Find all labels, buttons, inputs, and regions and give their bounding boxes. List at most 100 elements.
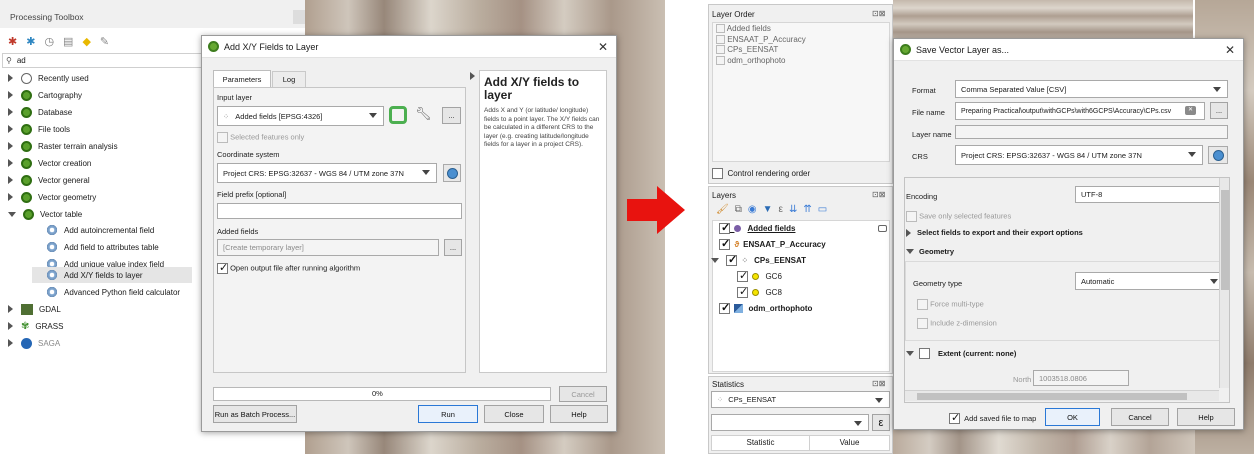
tree-group-vector-table[interactable]: Vector table (8, 206, 82, 222)
layername-input[interactable] (955, 125, 1228, 139)
provider-saga[interactable]: SAGA (8, 335, 60, 351)
iterate-icon[interactable] (389, 106, 407, 124)
clear-icon[interactable]: ✕ (1185, 106, 1196, 115)
add-saved-file-checkbox[interactable]: Add saved file to map (949, 411, 1036, 424)
list-item[interactable]: odm_orthophoto (716, 56, 806, 67)
encoding-input[interactable]: UTF-8 (1075, 186, 1220, 203)
clock-icon (21, 72, 32, 84)
scripts-icon[interactable]: ✱ (26, 35, 35, 48)
filename-input[interactable]: Preparing Practical\output\withGCPs\with… (955, 102, 1205, 120)
north-input[interactable]: 1003518.0806 (1033, 370, 1129, 386)
force-multi-checkbox[interactable]: Force multi-type (917, 299, 984, 310)
help-collapse-icon[interactable] (470, 72, 475, 80)
layer-row-added-fields[interactable]: Added fields (719, 221, 795, 234)
layer-row-cps[interactable]: ⁘CPs_EENSAT (711, 253, 806, 266)
qgis-icon (21, 89, 32, 101)
statistics-layer-select[interactable]: ⁘ CPs_EENSAT (711, 391, 890, 408)
tool-add-xy-fields[interactable]: Add X/Y fields to layer (46, 267, 143, 283)
layer-row-ensaat[interactable]: ϑENSAAT_P_Accuracy (719, 237, 826, 250)
tree-group-recently-used[interactable]: Recently used (8, 70, 89, 86)
layer-edit-indicator-icon[interactable] (878, 225, 887, 232)
tool-add-autoincremental-field[interactable]: Add autoincremental field (46, 222, 154, 238)
format-select[interactable]: Comma Separated Value [CSV] (955, 80, 1228, 98)
results-viewer-icon[interactable]: ▤ (63, 35, 73, 48)
batch-button[interactable]: Run as Batch Process... (213, 405, 297, 423)
added-fields-output-input[interactable]: [Create temporary layer] (217, 239, 439, 256)
help-button[interactable]: Help (550, 405, 608, 423)
options-icon[interactable]: ✎ (100, 35, 109, 48)
close-button[interactable]: Close (484, 405, 544, 423)
list-item[interactable]: CPs_EENSAT (716, 45, 806, 56)
provider-gdal[interactable]: GDAL (8, 301, 61, 317)
toolbox-close-button[interactable] (293, 10, 305, 24)
tool-advanced-python-calculator[interactable]: Advanced Python field calculator (46, 284, 180, 300)
statistics-field-select[interactable] (711, 414, 869, 431)
input-layer-ellipsis-button[interactable]: ... (442, 107, 461, 124)
layer-row-gc8[interactable]: GC8 (737, 285, 782, 298)
selected-features-only-checkbox[interactable]: Selected features only (217, 132, 304, 143)
expand-all-icon[interactable]: ⇊ (789, 204, 797, 215)
vertical-scrollbar[interactable] (1219, 178, 1229, 388)
tree-group-vector-creation[interactable]: Vector creation (8, 155, 91, 171)
tree-group-file-tools[interactable]: File tools (8, 121, 70, 137)
tree-group-raster-terrain[interactable]: Raster terrain analysis (8, 138, 118, 154)
history-icon[interactable]: ◷ (44, 35, 54, 48)
edit-features-icon[interactable]: ◆ (82, 35, 90, 48)
ok-button[interactable]: OK (1045, 408, 1100, 426)
list-item[interactable]: Added fields (716, 24, 806, 35)
field-prefix-input[interactable] (217, 203, 462, 219)
add-group-icon[interactable]: ⧉ (735, 204, 742, 215)
tool-add-field-to-attributes[interactable]: Add field to attributes table (46, 239, 159, 255)
visibility-icon[interactable]: ◉ (748, 204, 757, 215)
panel-float-close-icons[interactable]: ⊡⊠ (872, 9, 885, 18)
select-fields-section[interactable]: Select fields to export and their export… (906, 228, 1229, 237)
include-z-checkbox[interactable]: Include z-dimension (917, 318, 997, 329)
run-button[interactable]: Run (418, 405, 478, 423)
geometry-section[interactable]: Geometry (906, 247, 1229, 256)
filename-browse-button[interactable]: ... (1210, 102, 1228, 119)
remove-layer-icon[interactable]: ▭ (818, 204, 827, 215)
style-icon[interactable]: 🖌︎ (716, 204, 729, 215)
save-selected-only-checkbox[interactable]: Save only selected features (906, 211, 1011, 222)
tree-group-vector-general[interactable]: Vector general (8, 172, 90, 188)
extent-section[interactable]: Extent (current: none) (906, 348, 1229, 359)
cancel-button[interactable]: Cancel (559, 386, 607, 402)
close-icon[interactable]: ✕ (598, 40, 608, 54)
panel-float-close-icons[interactable]: ⊡⊠ (872, 190, 885, 199)
tree-group-vector-geometry[interactable]: Vector geometry (8, 189, 96, 205)
cancel-button[interactable]: Cancel (1111, 408, 1169, 426)
tab-parameters[interactable]: Parameters (213, 70, 271, 87)
crs-select[interactable]: Project CRS: EPSG:32637 - WGS 84 / UTM z… (217, 163, 437, 183)
open-output-checkbox[interactable]: Open output file after running algorithm (217, 261, 360, 274)
panel-float-close-icons[interactable]: ⊡⊠ (872, 379, 885, 388)
provider-grass[interactable]: ✾ GRASS (8, 318, 63, 334)
models-icon[interactable]: ✱ (8, 35, 17, 48)
col-statistic[interactable]: Statistic (712, 436, 810, 450)
col-value[interactable]: Value (810, 436, 889, 450)
tree-group-database[interactable]: Database (8, 104, 72, 120)
filter-icon[interactable]: ▼ (763, 204, 773, 215)
options-scroll-area: Encoding UTF-8 Save only selected featur… (904, 177, 1230, 403)
help-button[interactable]: Help (1177, 408, 1235, 426)
input-layer-select[interactable]: ⁘ Added fields [EPSG:4326] (217, 106, 384, 126)
tab-log[interactable]: Log (272, 71, 306, 87)
added-fields-ellipsis-button[interactable]: ... (444, 239, 462, 256)
geometry-type-select[interactable]: Automatic (1075, 272, 1225, 290)
close-icon[interactable]: ✕ (1225, 43, 1235, 57)
control-rendering-order-checkbox[interactable]: Control rendering order (712, 168, 810, 179)
list-item[interactable]: ENSAAT_P_Accuracy (716, 35, 806, 46)
horizontal-scrollbar[interactable] (905, 390, 1219, 401)
collapse-all-icon[interactable]: ⇈ (803, 204, 811, 215)
layer-row-orthophoto[interactable]: odm_orthophoto (719, 301, 812, 314)
wrench-icon[interactable]: 🔧︎ (415, 106, 432, 122)
point-layer-icon: ⁘ (717, 395, 724, 404)
expression-icon[interactable]: ε (872, 414, 890, 431)
globe-icon[interactable] (443, 164, 461, 182)
qgis-icon (21, 106, 32, 118)
crs-select[interactable]: Project CRS: EPSG:32637 - WGS 84 / UTM z… (955, 145, 1203, 165)
filter-expression-icon[interactable]: ε (778, 204, 782, 215)
layer-row-gc6[interactable]: GC6 (737, 269, 782, 282)
globe-icon[interactable] (1208, 146, 1228, 164)
tree-group-cartography[interactable]: Cartography (8, 87, 82, 103)
gear-icon (46, 286, 58, 298)
